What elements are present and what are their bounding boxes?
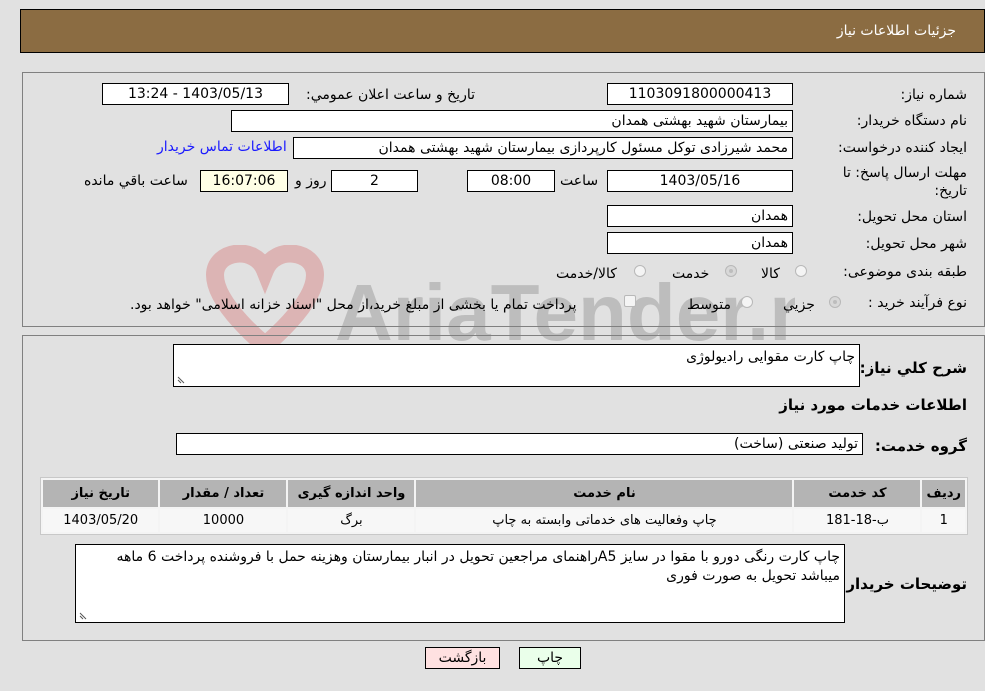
- requester-field: محمد شیرزادی توکل مسئول کارپردازی بیمارس…: [293, 137, 793, 159]
- requester-label: ايجاد کننده درخواست:: [838, 140, 967, 156]
- buyer-notes-field[interactable]: چاپ کارت رنگی دورو با مقوا در سایز A5راه…: [75, 544, 845, 623]
- page-header: جزئیات اطلاعات نیاز: [20, 9, 985, 53]
- deadline-time-field: 08:00: [467, 170, 555, 192]
- table-header-row: رديف کد خدمت نام خدمت واحد اندازه گيری ت…: [43, 480, 965, 507]
- province-field: همدان: [607, 205, 793, 227]
- services-table: رديف کد خدمت نام خدمت واحد اندازه گيری ت…: [40, 477, 968, 535]
- need-number-field: 1103091800000413: [607, 83, 793, 105]
- col-header-service-name: نام خدمت: [416, 480, 793, 507]
- col-header-unit: واحد اندازه گيری: [288, 480, 415, 507]
- city-label: شهر محل تحويل:: [865, 236, 967, 252]
- province-label: استان محل تحويل:: [857, 209, 967, 225]
- description-text: چاپ کارت مقوایی رادیولوژی: [686, 349, 855, 365]
- services-heading: اطلاعات خدمات مورد نياز: [779, 396, 967, 414]
- process-radio-medium[interactable]: [741, 296, 753, 308]
- buyer-org-label: نام دستگاه خريدار:: [856, 113, 967, 129]
- announce-datetime-label: تاریخ و ساعت اعلان عمومي:: [306, 87, 475, 103]
- category-label: طبقه بندی موضوعی:: [843, 264, 967, 280]
- cell-need-date: 1403/05/20: [43, 509, 159, 532]
- treasury-checkbox[interactable]: [624, 295, 636, 307]
- buyer-contact-link[interactable]: اطلاعات تماس خريدار: [157, 139, 287, 155]
- col-header-service-code: کد خدمت: [794, 480, 921, 507]
- announce-datetime-field: 1403/05/13 - 13:24: [102, 83, 289, 105]
- buyer-notes-label: توضيحات خريدار:: [840, 575, 967, 593]
- service-group-label: گروه خدمت:: [874, 437, 967, 455]
- buyer-notes-text: چاپ کارت رنگی دورو با مقوا در سایز A5راه…: [116, 549, 840, 584]
- process-medium-label: متوسط: [687, 297, 731, 313]
- cell-row-number: 1: [922, 509, 965, 532]
- time-remaining-label: ساعت باقي مانده: [84, 173, 188, 189]
- cell-service-code: ب-18-181: [794, 509, 921, 532]
- col-header-quantity: تعداد / مقدار: [160, 480, 287, 507]
- purchase-process-label: نوع فرآيند خريد :: [868, 295, 967, 311]
- description-label: شرح کلي نياز:: [859, 359, 967, 377]
- category-radio-goods-service[interactable]: [634, 265, 646, 277]
- col-header-need-date: تاريخ نياز: [43, 480, 159, 507]
- deadline-label: مهلت ارسال پاسخ: تا: [842, 165, 967, 181]
- category-radio-service[interactable]: [725, 265, 737, 277]
- process-minor-label: جزيي: [783, 297, 815, 313]
- category-goods-label: کالا: [761, 266, 780, 282]
- time-remaining-field: 16:07:06: [200, 170, 288, 192]
- back-button[interactable]: بازگشت: [425, 647, 500, 669]
- city-field: همدان: [607, 232, 793, 254]
- buyer-org-field: بیمارستان شهید بهشتی همدان: [231, 110, 793, 132]
- days-remaining-field: 2: [331, 170, 418, 192]
- description-field[interactable]: چاپ کارت مقوایی رادیولوژی: [173, 344, 860, 387]
- print-button[interactable]: چاپ: [519, 647, 581, 669]
- service-group-field: تولید صنعتی (ساخت): [176, 433, 863, 455]
- cell-quantity: 10000: [160, 509, 287, 532]
- cell-unit: برگ: [288, 509, 415, 532]
- table-row: 1 ب-18-181 چاپ وفعالیت های خدماتی وابسته…: [43, 509, 965, 532]
- resize-grip-icon[interactable]: [79, 610, 89, 620]
- resize-grip-icon[interactable]: [177, 374, 187, 384]
- deadline-date-field: 1403/05/16: [607, 170, 793, 192]
- process-radio-minor[interactable]: [829, 296, 841, 308]
- treasury-checkbox-label: پرداخت تمام يا بخشی از مبلغ خريد،از محل …: [130, 297, 577, 313]
- page-title: جزئیات اطلاعات نیاز: [836, 23, 956, 39]
- cell-service-name: چاپ وفعالیت های خدماتی وابسته به چاپ: [416, 509, 793, 532]
- deadline-time-label: ساعت: [560, 173, 599, 189]
- category-radio-goods[interactable]: [795, 265, 807, 277]
- deadline-label-line2: تاریخ:: [934, 183, 967, 199]
- days-label: روز و: [295, 173, 327, 189]
- col-header-row-number: رديف: [922, 480, 965, 507]
- category-service-label: خدمت: [672, 266, 710, 282]
- need-number-label: شماره نیاز:: [900, 87, 968, 103]
- category-goods-service-label: کالا/خدمت: [556, 266, 617, 282]
